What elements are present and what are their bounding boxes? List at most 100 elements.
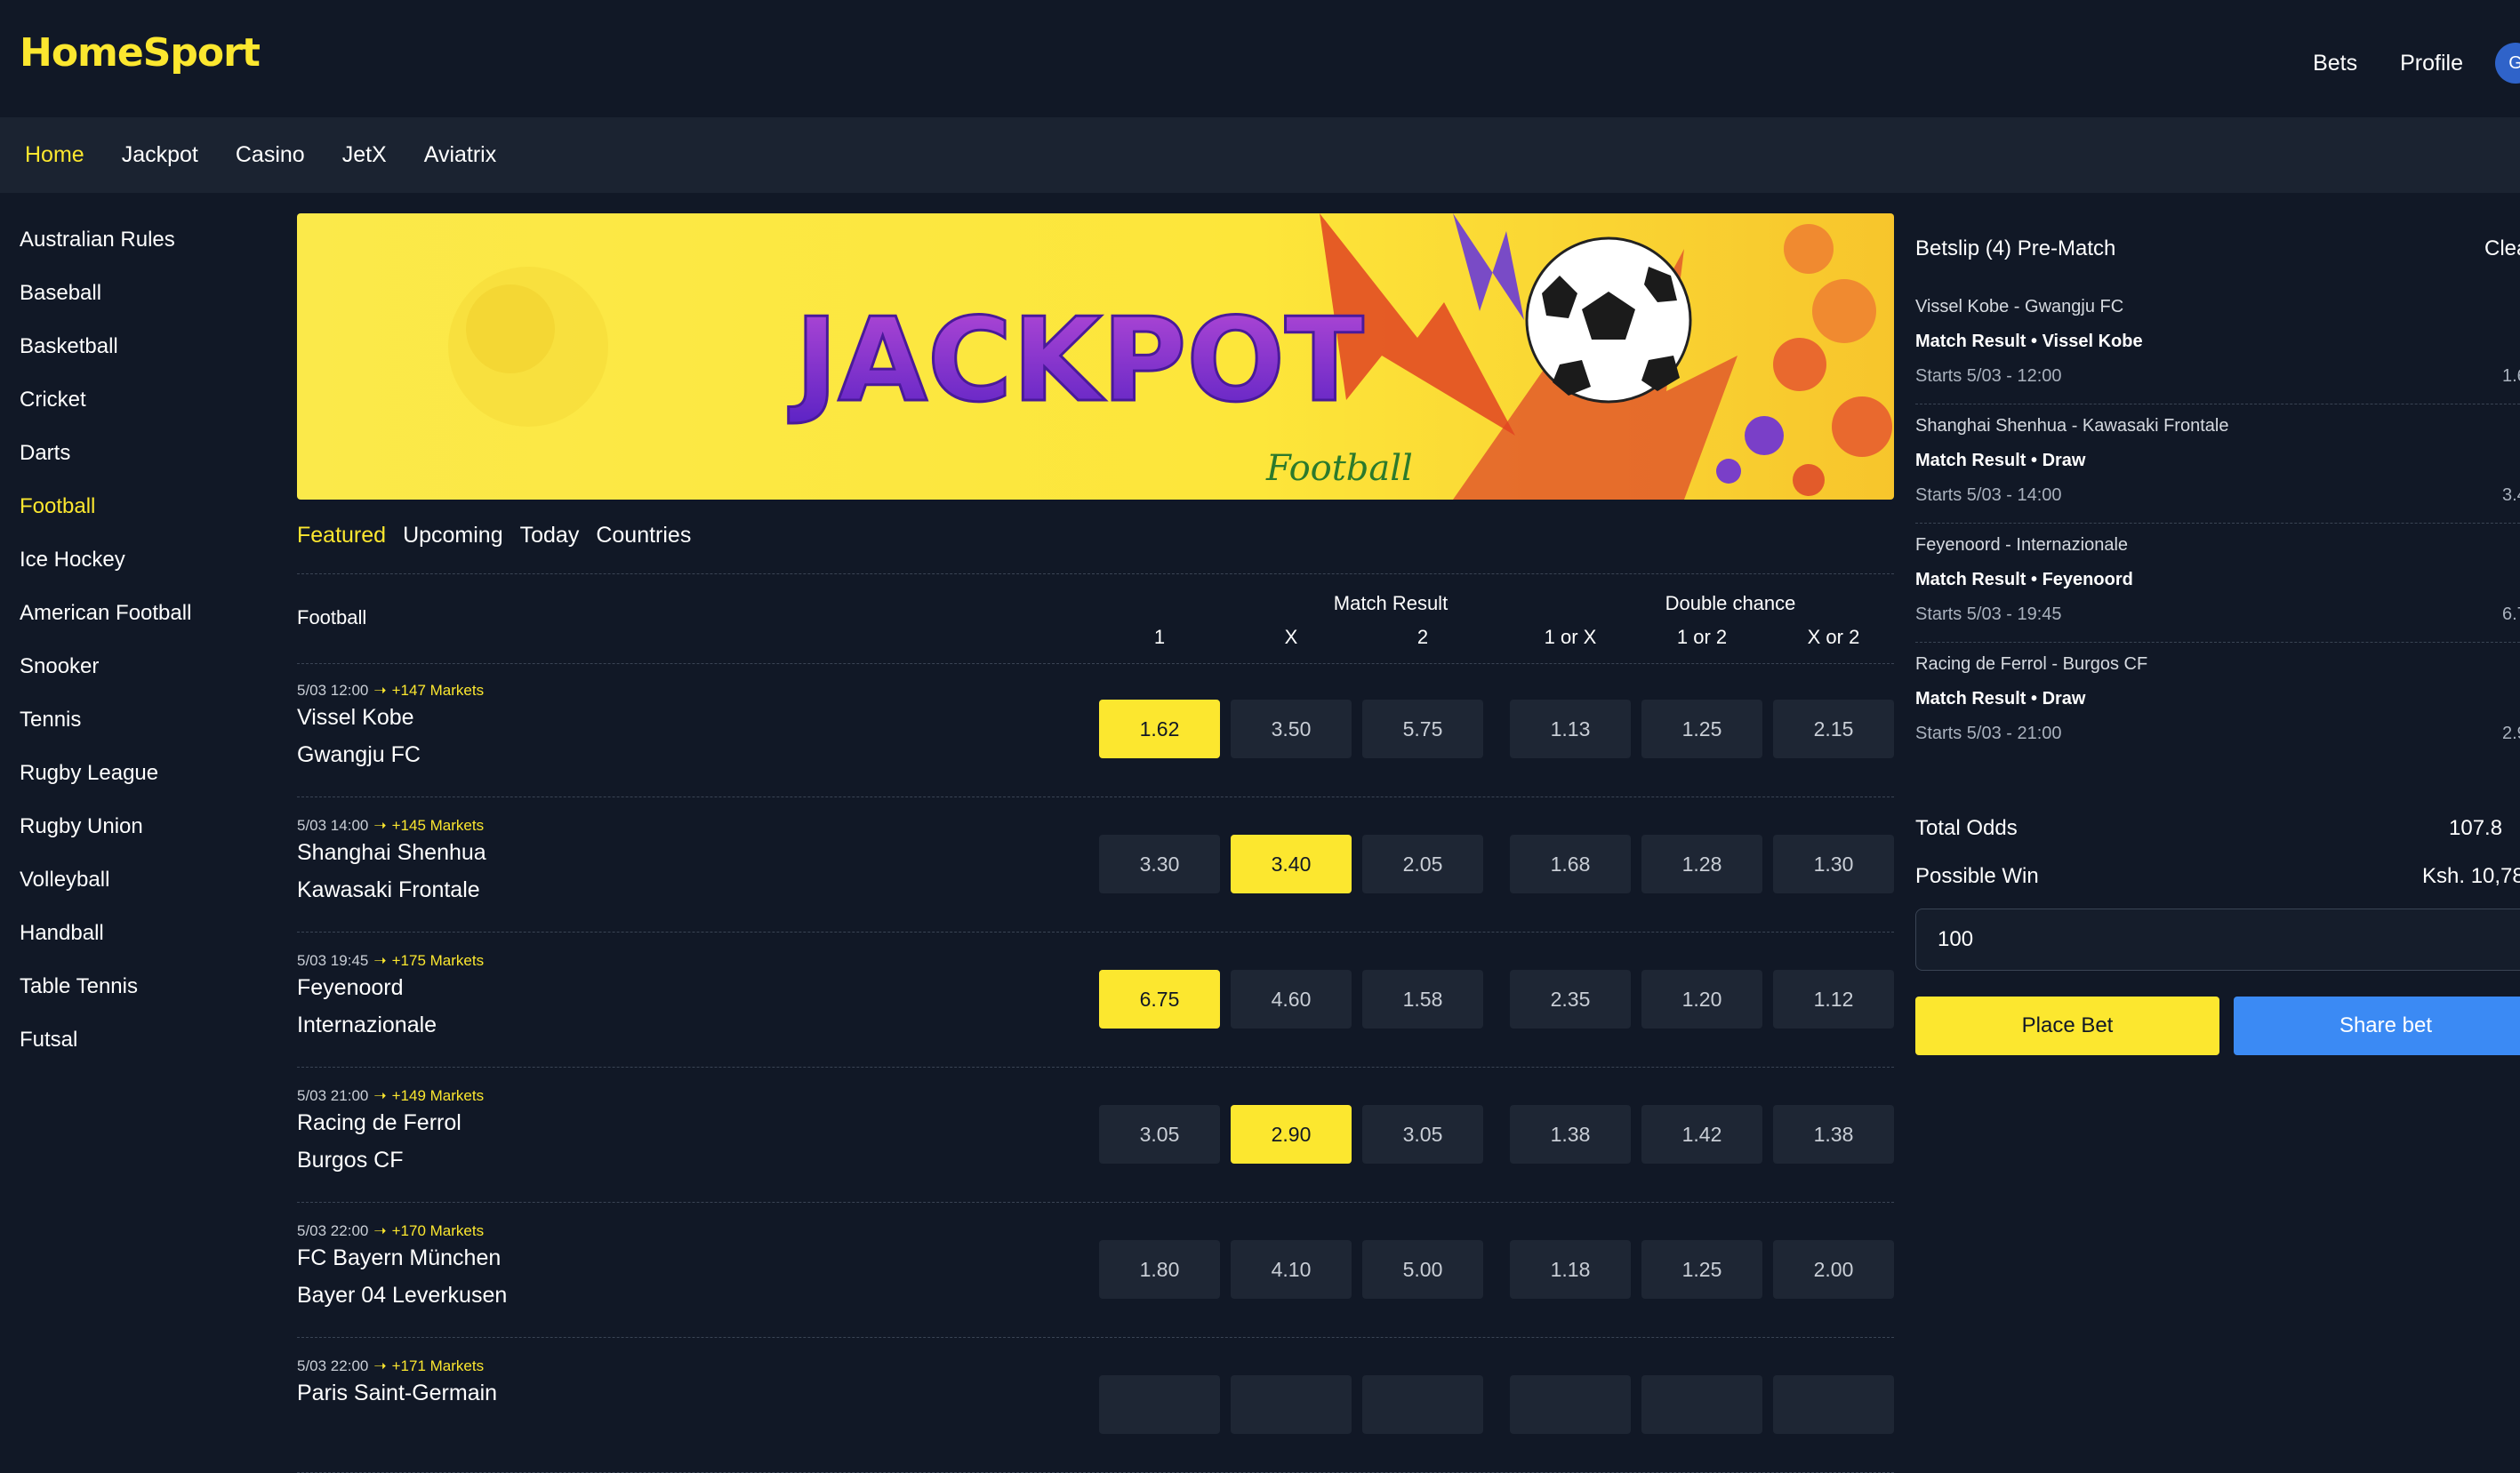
sidebar-item-ice-hockey[interactable]: Ice Hockey (0, 533, 285, 587)
odds-button[interactable]: 4.60 (1231, 970, 1352, 1029)
more-markets-link[interactable]: +170 Markets (392, 1222, 484, 1239)
odds-button[interactable]: 1.13 (1510, 700, 1631, 758)
more-markets-link[interactable]: +171 Markets (392, 1357, 484, 1374)
odds-button[interactable]: 1.12 (1773, 970, 1894, 1029)
match-row[interactable]: 5/03 22:00 ➝ +171 Markets Paris Saint-Germa… (297, 1338, 1894, 1473)
odds-button[interactable]: 3.50 (1231, 700, 1352, 758)
arrow-right-icon: ➝ (373, 952, 387, 969)
odds-button[interactable]: 6.75 (1099, 970, 1220, 1029)
sidebar-item-rugby-union[interactable]: Rugby Union (0, 800, 285, 853)
sidebar-item-darts[interactable]: Darts (0, 427, 285, 480)
bets-link[interactable]: Bets (2313, 51, 2357, 76)
betslip-item: Racing de Ferrol - Burgos CF Match Resul… (1915, 642, 2520, 761)
sidebar-item-basketball[interactable]: Basketball (0, 320, 285, 373)
odds-button[interactable]: 1.42 (1641, 1105, 1762, 1164)
odds-button[interactable] (1099, 1375, 1220, 1434)
odds-button[interactable] (1773, 1375, 1894, 1434)
odds-button[interactable]: 2.00 (1773, 1240, 1894, 1299)
odds-button[interactable] (1510, 1375, 1631, 1434)
tab-today[interactable]: Today (520, 523, 580, 548)
nav-casino[interactable]: Casino (236, 142, 305, 168)
share-bet-button[interactable]: Share bet (2234, 997, 2520, 1055)
match-row[interactable]: 5/03 22:00 ➝ +170 Markets FC Bayern München… (297, 1203, 1894, 1338)
nav-jackpot[interactable]: Jackpot (122, 142, 198, 168)
betslip-item-odds: 1.62 (2502, 366, 2520, 386)
odds-button[interactable]: 2.90 (1231, 1105, 1352, 1164)
sidebar-item-futsal[interactable]: Futsal (0, 1013, 285, 1067)
place-bet-button[interactable]: Place Bet (1915, 997, 2219, 1055)
arrow-right-icon: ➝ (373, 682, 387, 699)
sidebar-item-rugby-league[interactable]: Rugby League (0, 747, 285, 800)
col-x-header: X (1284, 626, 1298, 648)
sidebar-item-american-football[interactable]: American Football (0, 587, 285, 640)
away-team: Kawasaki Frontale (297, 877, 480, 902)
odds-button[interactable]: 3.30 (1099, 835, 1220, 893)
odds-button[interactable]: 1.28 (1641, 835, 1762, 893)
sidebar-item-baseball[interactable]: Baseball (0, 267, 285, 320)
sidebar-item-australian-rules[interactable]: Australian Rules (0, 213, 285, 267)
home-team: Paris Saint-Germain (297, 1381, 498, 1405)
match-time: 5/03 14:00 (297, 817, 369, 834)
odds-button[interactable]: 5.00 (1362, 1240, 1483, 1299)
sport-column-header: Football (297, 606, 367, 628)
betslip-item-odds: 6.75 (2502, 604, 2520, 624)
odds-button[interactable]: 5.75 (1362, 700, 1483, 758)
odds-button[interactable]: 1.38 (1773, 1105, 1894, 1164)
sidebar-item-cricket[interactable]: Cricket (0, 373, 285, 427)
nav-jetx[interactable]: JetX (342, 142, 387, 168)
match-time: 5/03 22:00 (297, 1222, 369, 1239)
match-row[interactable]: 5/03 12:00 ➝ +147 Markets Vissel Kobe Gwangj… (297, 662, 1894, 797)
tab-upcoming[interactable]: Upcoming (403, 523, 503, 548)
more-markets-link[interactable]: +175 Markets (392, 952, 484, 969)
match-row[interactable]: 5/03 19:45 ➝ +175 Markets Feyenoord Internaz… (297, 933, 1894, 1068)
stake-input[interactable] (1915, 909, 2520, 971)
odds-button[interactable]: 2.05 (1362, 835, 1483, 893)
tab-countries[interactable]: Countries (596, 523, 691, 548)
odds-button[interactable]: 3.05 (1362, 1105, 1483, 1164)
betslip-item-pick: Match Result • Feyenoord (1915, 570, 2133, 589)
more-markets-link[interactable]: +145 Markets (392, 817, 484, 834)
sidebar-item-handball[interactable]: Handball (0, 907, 285, 960)
jackpot-banner[interactable]: JACKPOT Football (297, 213, 1894, 500)
odds-button[interactable]: 3.05 (1099, 1105, 1220, 1164)
odds-button[interactable]: 1.25 (1641, 1240, 1762, 1299)
odds-button[interactable]: 1.80 (1099, 1240, 1220, 1299)
odds-button[interactable]: 2.15 (1773, 700, 1894, 758)
betslip-item: Feyenoord - Internazionale Match Result … (1915, 523, 2520, 643)
match-row[interactable]: 5/03 14:00 ➝ +145 Markets Shanghai Shenhua K… (297, 797, 1894, 933)
odds-button[interactable]: 1.25 (1641, 700, 1762, 758)
away-team: Bayer 04 Leverkusen (297, 1283, 508, 1308)
betslip-item-start: Starts 5/03 - 12:00 (1915, 366, 2062, 386)
sidebar-item-tennis[interactable]: Tennis (0, 693, 285, 747)
sidebar-item-football[interactable]: Football (0, 480, 285, 533)
odds-button[interactable]: 2.35 (1510, 970, 1631, 1029)
homesport-logo[interactable]: HomeSport (20, 30, 261, 76)
odds-button[interactable] (1641, 1375, 1762, 1434)
nav-aviatrix[interactable]: Aviatrix (424, 142, 497, 168)
sidebar-item-table-tennis[interactable]: Table Tennis (0, 960, 285, 1013)
odds-button[interactable]: 1.58 (1362, 970, 1483, 1029)
odds-button[interactable] (1362, 1375, 1483, 1434)
nav-home[interactable]: Home (25, 142, 84, 168)
odds-button[interactable] (1231, 1375, 1352, 1434)
clear-betslip-button[interactable]: Clear (2484, 236, 2520, 261)
odds-button[interactable]: 1.62 (1099, 700, 1220, 758)
odds-button[interactable]: 1.68 (1510, 835, 1631, 893)
profile-link[interactable]: Profile (2400, 51, 2463, 76)
odds-button[interactable]: 1.20 (1641, 970, 1762, 1029)
betslip-item-match: Vissel Kobe - Gwangju FC (1915, 297, 2124, 316)
odds-button[interactable]: 1.38 (1510, 1105, 1631, 1164)
avatar[interactable]: G (2495, 43, 2520, 84)
sidebar-item-snooker[interactable]: Snooker (0, 640, 285, 693)
odds-button[interactable]: 4.10 (1231, 1240, 1352, 1299)
match-row[interactable]: 5/03 21:00 ➝ +149 Markets Racing de Ferrol B… (297, 1068, 1894, 1203)
odds-button[interactable]: 1.30 (1773, 835, 1894, 893)
sidebar-item-volleyball[interactable]: Volleyball (0, 853, 285, 907)
odds-button[interactable]: 3.40 (1231, 835, 1352, 893)
tab-featured[interactable]: Featured (297, 523, 386, 548)
match-meta: 5/03 21:00 ➝ +149 Markets (297, 1087, 484, 1105)
more-markets-link[interactable]: +149 Markets (392, 1087, 484, 1104)
more-markets-link[interactable]: +147 Markets (392, 682, 484, 699)
match-time: 5/03 12:00 (297, 682, 369, 699)
odds-button[interactable]: 1.18 (1510, 1240, 1631, 1299)
